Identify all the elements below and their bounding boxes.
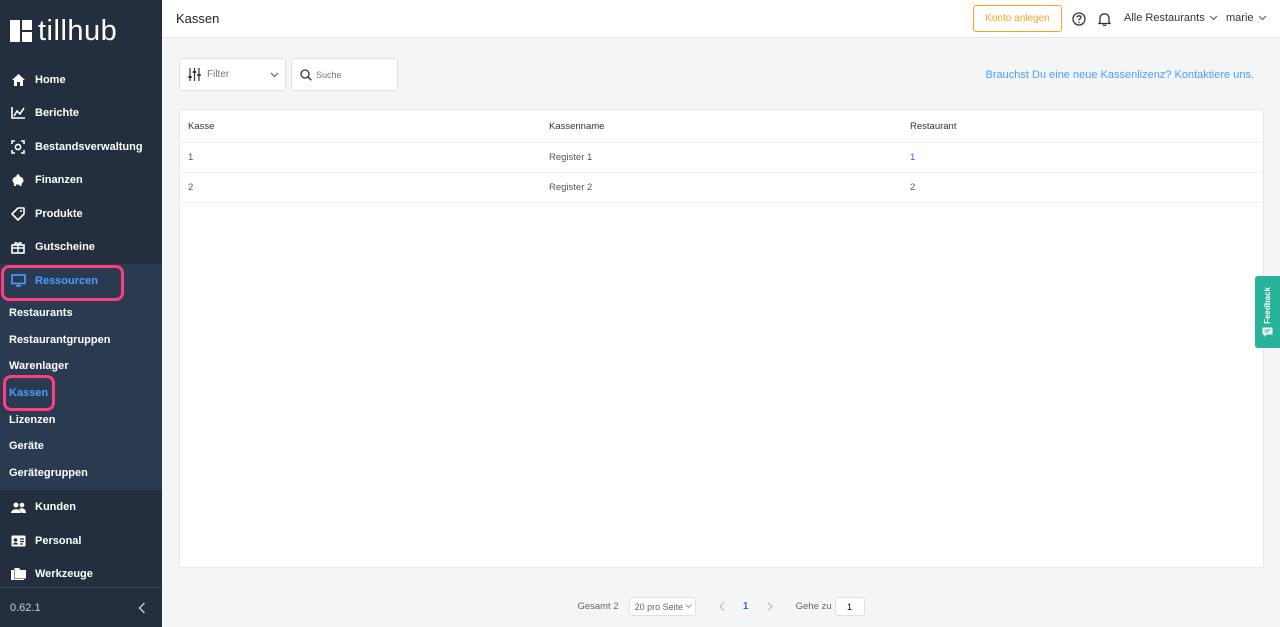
sidebar-nav: Home Berichte Bestandsverwaltung Finanze… (0, 63, 162, 591)
table-row[interactable]: 2 Register 2 2 (180, 173, 1263, 203)
chevron-down-icon (1209, 15, 1218, 21)
sidebar-item-label: Home (35, 73, 66, 86)
konto-anlegen-button[interactable]: Konto anlegen (973, 5, 1062, 32)
restaurant-select[interactable]: Alle Restaurants (1124, 12, 1218, 24)
feedback-message-icon (1262, 327, 1273, 338)
main-content: Filter Brauchst Du eine neue Kassenlizen… (162, 38, 1280, 586)
chevron-left-icon (138, 602, 145, 613)
help-icon[interactable] (1071, 11, 1087, 27)
feedback-label: Feedback (1263, 286, 1272, 324)
users-icon (10, 499, 26, 515)
chevron-down-icon (685, 604, 693, 609)
piggy-bank-icon (10, 172, 26, 188)
column-header-kassenname[interactable]: Kassenname (541, 121, 902, 132)
per-page-value: 20 pro Seite (634, 601, 684, 612)
sidebar-subitem-kassen[interactable]: Kassen (0, 380, 162, 407)
sidebar: tillhub Home Berichte Bestandsverwaltung… (0, 0, 162, 627)
search-input[interactable] (316, 69, 396, 80)
sidebar-footer: 0.62.1 (0, 587, 162, 627)
inventory-icon (10, 139, 26, 155)
per-page-select[interactable]: 20 pro Seite (628, 597, 696, 616)
cell-kasse: 1 (188, 152, 194, 163)
version-label: 0.62.1 (10, 601, 41, 614)
sidebar-item-label: Werkzeuge (35, 568, 93, 581)
restaurant-select-value: Alle Restaurants (1124, 12, 1205, 24)
sidebar-item-werkzeuge[interactable]: Werkzeuge (0, 557, 162, 591)
table-row[interactable]: 1 Register 1 1 (180, 143, 1263, 173)
sidebar-subitem-geraete[interactable]: Geräte (0, 433, 162, 460)
column-header-kasse[interactable]: Kasse (180, 121, 541, 132)
sidebar-item-label: Bestandsverwaltung (35, 140, 143, 153)
folder-icon (10, 566, 26, 582)
sidebar-item-personal[interactable]: Personal (0, 524, 162, 558)
chart-icon (10, 105, 26, 121)
tag-icon (10, 206, 26, 222)
total-count: Gesamt 2 (577, 601, 619, 612)
cell-kasse: 2 (188, 182, 194, 193)
sidebar-subitem-warenlager[interactable]: Warenlager (0, 353, 162, 380)
user-name: marie (1226, 12, 1254, 24)
search-box[interactable] (291, 58, 398, 91)
cell-restaurant: 2 (910, 182, 916, 193)
sidebar-item-label: Personal (35, 534, 82, 547)
id-card-icon (10, 533, 26, 549)
chevron-right-icon (767, 602, 773, 611)
sidebar-item-gutscheine[interactable]: Gutscheine (0, 231, 162, 265)
goto-page-input[interactable] (834, 597, 865, 616)
sidebar-item-kunden[interactable]: Kunden (0, 490, 162, 524)
goto-label: Gehe zu (795, 601, 832, 612)
next-page-button[interactable] (760, 602, 780, 611)
page-number-current[interactable]: 1 (732, 601, 760, 612)
chevron-down-icon (270, 72, 279, 77)
kassenlizenz-contact-link[interactable]: Brauchst Du eine neue Kassenlizenz? Kont… (986, 69, 1254, 81)
filter-sliders-icon (188, 68, 201, 81)
sidebar-item-home[interactable]: Home (0, 63, 162, 97)
sidebar-item-ressourcen[interactable]: Ressourcen (0, 264, 162, 298)
sidebar-subitem-lizenzen[interactable]: Lizenzen (0, 406, 162, 433)
column-header-restaurant[interactable]: Restaurant (902, 121, 1263, 132)
sidebar-item-berichte[interactable]: Berichte (0, 97, 162, 131)
sidebar-item-finanzen[interactable]: Finanzen (0, 164, 162, 198)
user-menu[interactable]: marie (1226, 12, 1267, 24)
sidebar-subitem-geraetegruppen[interactable]: Gerätegruppen (0, 460, 162, 487)
cell-kassenname: Register 2 (549, 182, 593, 193)
top-header: Kassen Konto anlegen Alle Restaurants ma… (162, 0, 1280, 38)
notification-bell-icon[interactable] (1096, 11, 1112, 27)
kassen-table: Kasse Kassenname Restaurant 1 Register 1… (179, 109, 1264, 568)
sidebar-item-label: Berichte (35, 107, 80, 120)
feedback-tab[interactable]: Feedback (1255, 276, 1280, 348)
sidebar-item-label: Gutscheine (35, 241, 95, 254)
collapse-sidebar-button[interactable] (132, 602, 152, 614)
cell-restaurant-link[interactable]: 1 (902, 152, 1263, 163)
prev-page-button[interactable] (712, 602, 732, 611)
chevron-down-icon (1258, 15, 1266, 21)
cell-kassenname: Register 1 (549, 152, 593, 163)
sidebar-item-label: Ressourcen (35, 274, 98, 287)
chevron-left-icon (718, 602, 725, 611)
table-header-row: Kasse Kassenname Restaurant (180, 110, 1263, 143)
sidebar-subitem-restaurants[interactable]: Restaurants (0, 300, 162, 327)
sidebar-item-produkte[interactable]: Produkte (0, 197, 162, 231)
ressourcen-subnav: Restaurants Restaurantgruppen Warenlager… (0, 297, 162, 491)
tillhub-logo[interactable]: tillhub (10, 14, 117, 48)
goto-page: Gehe zu (796, 597, 865, 616)
home-icon (10, 72, 26, 88)
sidebar-item-label: Finanzen (35, 174, 83, 187)
filter-button[interactable]: Filter (179, 58, 286, 91)
pagination: Gesamt 2 20 pro Seite 1 Gehe zu (162, 586, 1280, 627)
sidebar-subitem-restaurantgruppen[interactable]: Restaurantgruppen (0, 326, 162, 353)
sidebar-item-label: Kunden (35, 501, 76, 514)
filter-label: Filter (207, 69, 230, 80)
logo-mark-icon (10, 20, 32, 42)
page-title: Kassen (176, 11, 220, 26)
search-icon (300, 68, 312, 81)
logo-text: tillhub (38, 14, 118, 47)
sidebar-item-label: Produkte (35, 207, 83, 220)
gift-icon (10, 239, 26, 255)
sidebar-item-bestandsverwaltung[interactable]: Bestandsverwaltung (0, 130, 162, 164)
monitor-icon (10, 273, 26, 289)
